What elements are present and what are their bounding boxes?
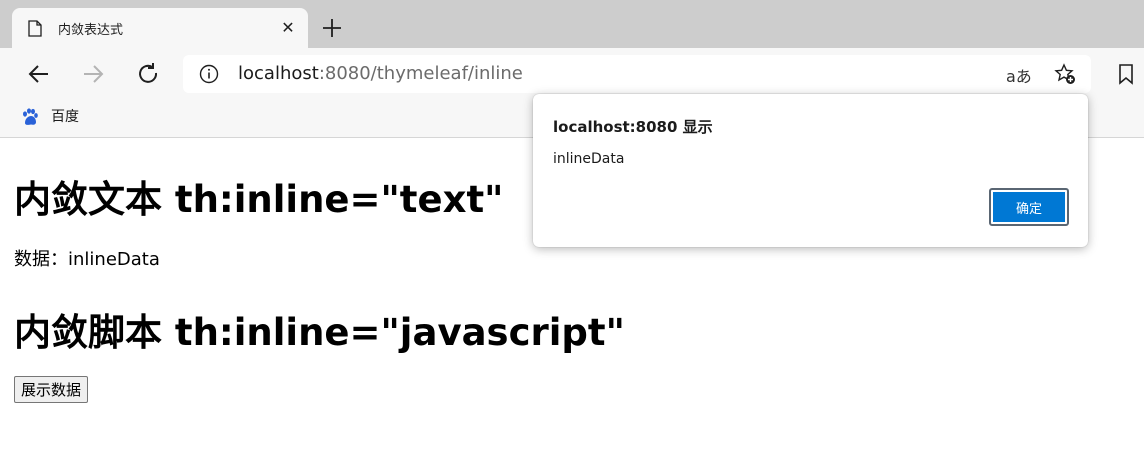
bookmark-icon[interactable]	[1116, 63, 1136, 85]
heading-inline-text: 内敛文本 th:inline="text"	[14, 178, 504, 221]
tab-title: 内敛表达式	[58, 23, 124, 38]
star-plus-icon[interactable]	[1054, 63, 1076, 85]
browser-toolbar: localhost:8080/thymeleaf/inline aあ	[0, 48, 1144, 100]
alert-dialog: localhost:8080 显示 inlineData 确定	[533, 94, 1088, 247]
read-aloud-icon[interactable]: aあ	[1006, 63, 1032, 87]
heading-inline-javascript: 内敛脚本 th:inline="javascript"	[14, 311, 625, 354]
url-path: :8080/thymeleaf/inline	[318, 63, 523, 84]
dialog-message: inlineData	[553, 151, 625, 167]
ok-button[interactable]: 确定	[989, 188, 1069, 226]
bookmark-label: 百度	[51, 109, 79, 125]
data-text: 数据：inlineData	[14, 249, 160, 270]
baidu-paw-icon	[23, 108, 38, 125]
dialog-title: localhost:8080 显示	[553, 118, 713, 136]
back-arrow-icon[interactable]	[26, 61, 52, 87]
url-host: localhost	[238, 63, 319, 84]
plus-icon[interactable]	[320, 16, 344, 40]
show-data-button[interactable]: 展示数据	[14, 376, 89, 403]
document-icon	[28, 20, 42, 37]
url-text: localhost:8080/thymeleaf/inline	[238, 63, 523, 84]
ok-button-label: 确定	[993, 192, 1065, 222]
info-icon[interactable]	[199, 64, 219, 84]
address-bar[interactable]: localhost:8080/thymeleaf/inline aあ	[183, 55, 1091, 93]
forward-arrow-icon[interactable]	[80, 61, 106, 87]
refresh-icon[interactable]	[135, 61, 161, 87]
close-icon[interactable]: ✕	[278, 18, 298, 38]
browser-tab[interactable]: 内敛表达式 ✕	[12, 8, 308, 48]
tab-strip: 内敛表达式 ✕	[0, 0, 1144, 48]
